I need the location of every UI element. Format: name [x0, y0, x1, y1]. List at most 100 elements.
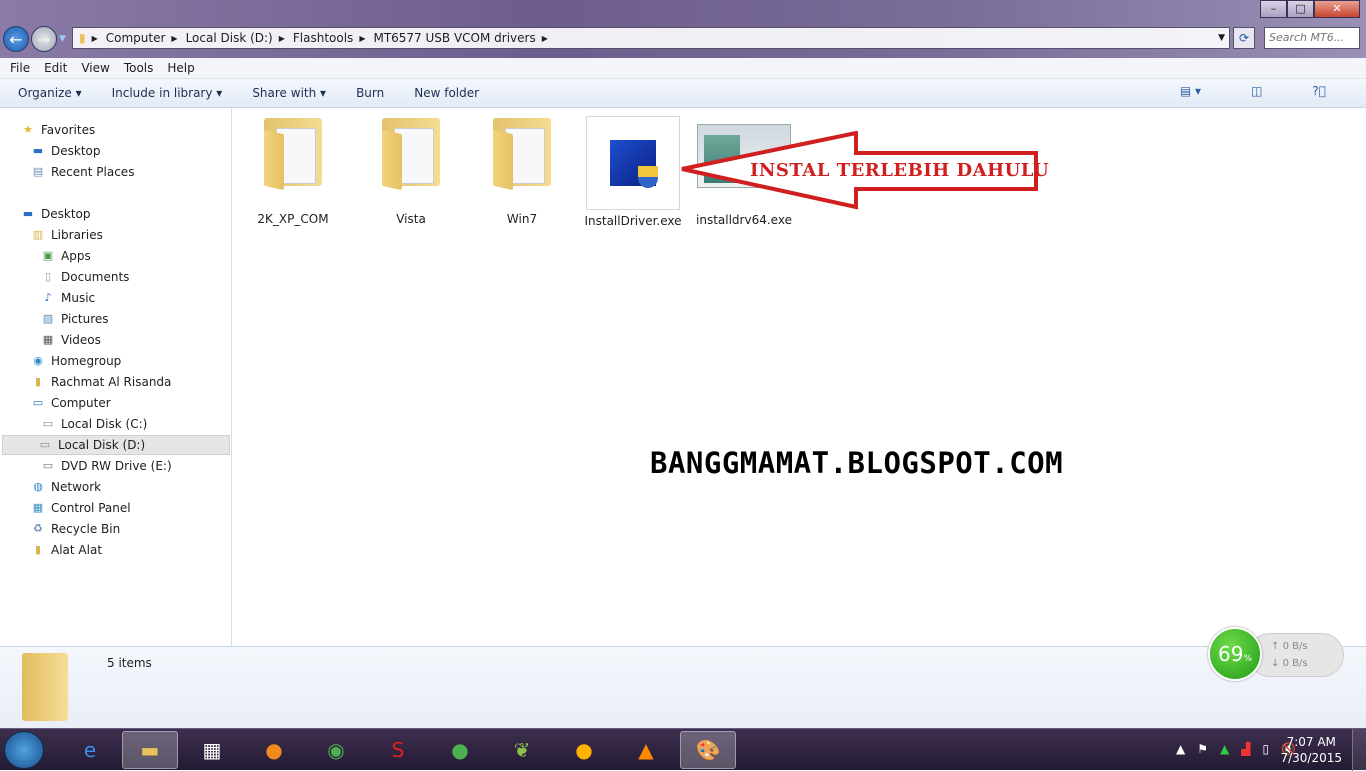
sidebar-item-alat-alat[interactable]: ▮ Alat Alat: [30, 540, 102, 560]
sidebar-item-computer[interactable]: ▭ Computer: [30, 393, 111, 413]
menu-view[interactable]: View: [81, 61, 109, 75]
sidebar-item-apps[interactable]: ▣ Apps: [40, 246, 91, 266]
computer-icon: ▭: [32, 396, 44, 409]
sidebar-item-label: Pictures: [61, 312, 109, 326]
new-folder-button[interactable]: New folder: [414, 86, 479, 100]
control-panel-icon: ▦: [32, 501, 44, 514]
sidebar-item-homegroup[interactable]: ◉ Homegroup: [30, 351, 121, 371]
network-signal-icon[interactable]: ▟: [1241, 742, 1250, 756]
sidebar-item-desktop[interactable]: ▬ Desktop: [20, 204, 91, 224]
sidebar-item-label: Documents: [61, 270, 130, 284]
system-tray: ▲ ⚑ ▲ ▟ ▯ 🔇: [1176, 742, 1296, 756]
folder-icon: [491, 118, 553, 191]
app-leaf-icon[interactable]: ❦: [494, 731, 550, 769]
videos-icon: ▦: [42, 333, 54, 346]
item-count: 5 items: [107, 656, 152, 670]
forward-button[interactable]: →: [31, 26, 57, 52]
file-name: Win7: [506, 212, 538, 226]
file-name: InstallDriver.exe: [584, 214, 682, 228]
paint-icon[interactable]: 🎨: [680, 731, 736, 769]
maximize-button[interactable]: □: [1287, 0, 1314, 18]
change-view-icon[interactable]: ▤ ▾: [1180, 84, 1201, 98]
include-in-library-button[interactable]: Include in library ▾: [112, 86, 223, 100]
show-desktop-button[interactable]: [1352, 729, 1366, 771]
sidebar-item-libraries[interactable]: ▥ Libraries: [30, 225, 103, 245]
desktop-icon: ▬: [22, 207, 34, 220]
battery-icon[interactable]: ▯: [1262, 742, 1269, 756]
minimize-button[interactable]: –: [1260, 0, 1287, 18]
search-input[interactable]: Search MT6...: [1264, 27, 1360, 49]
app-s-icon[interactable]: S: [370, 731, 426, 769]
sidebar-item-label: Recent Places: [51, 165, 135, 179]
sidebar-item-local-disk-c[interactable]: ▭ Local Disk (C:): [40, 414, 148, 434]
firefox-icon[interactable]: ●: [246, 731, 302, 769]
refresh-button[interactable]: ⟳: [1233, 27, 1255, 49]
folder-icon: [262, 118, 324, 191]
sidebar-item-label: Apps: [61, 249, 91, 263]
sidebar-item-label: Rachmat Al Risanda: [51, 375, 172, 389]
folder-icon: ▮: [34, 543, 42, 556]
action-center-flag-icon[interactable]: ⚑: [1197, 742, 1208, 756]
sidebar-item-label: Libraries: [51, 228, 103, 242]
burn-button[interactable]: Burn: [356, 86, 384, 100]
help-icon[interactable]: ?⃝: [1312, 84, 1326, 98]
windows-explorer-icon[interactable]: ▬: [122, 731, 178, 769]
file-item-installdriver[interactable]: InstallDriver.exe: [583, 116, 683, 228]
star-icon: ★: [23, 123, 33, 136]
download-speed: ↓ 0 B/s: [1271, 658, 1308, 669]
homegroup-icon: ◉: [33, 354, 43, 367]
show-hidden-icons[interactable]: ▲: [1176, 742, 1185, 756]
recent-pages-dropdown[interactable]: ▼: [59, 34, 66, 44]
close-button[interactable]: ✕: [1314, 0, 1360, 18]
sidebar-item-rachmat-al-risanda[interactable]: ▮ Rachmat Al Risanda: [30, 372, 171, 392]
chrome-icon[interactable]: ◉: [308, 731, 364, 769]
breadcrumb-flashtools[interactable]: Flashtools: [293, 31, 353, 45]
preview-pane-icon[interactable]: ◫: [1251, 84, 1262, 98]
breadcrumb-computer[interactable]: Computer: [106, 31, 166, 45]
address-dropdown-icon[interactable]: ▼: [1218, 33, 1225, 43]
app-green-icon[interactable]: ●: [432, 731, 488, 769]
folder-icon: ▮: [79, 31, 86, 45]
app-orange-icon[interactable]: ●: [556, 731, 612, 769]
notepad-app-icon[interactable]: ▦: [184, 731, 240, 769]
sidebar-item-local-disk-d[interactable]: ▭ Local Disk (D:): [2, 435, 230, 455]
start-button[interactable]: [4, 731, 44, 769]
vlc-icon[interactable]: ▲: [618, 731, 674, 769]
address-bar[interactable]: ▮ ▶ Computer ▶ Local Disk (D:) ▶ Flashtools…: [72, 27, 1230, 49]
menu-tools[interactable]: Tools: [124, 61, 154, 75]
sidebar-item-videos[interactable]: ▦ Videos: [40, 330, 101, 350]
recycle-bin-icon: ♻: [33, 522, 43, 535]
internet-explorer-icon[interactable]: e: [62, 731, 118, 769]
file-item-folder[interactable]: Win7: [472, 118, 572, 226]
drive-icon: ▭: [39, 438, 51, 451]
sidebar-item-network[interactable]: ◍ Network: [30, 477, 101, 497]
sidebar-item-label: Computer: [51, 396, 111, 410]
sidebar-item-control-panel[interactable]: ▦ Control Panel: [30, 498, 131, 518]
breadcrumb-local-disk-d[interactable]: Local Disk (D:): [186, 31, 273, 45]
menu-edit[interactable]: Edit: [44, 61, 67, 75]
command-bar: Organize ▾ Include in library ▾ Share wi…: [0, 79, 1366, 108]
sidebar-item-documents[interactable]: ▯ Documents: [40, 267, 129, 287]
sidebar-item-label: Music: [61, 291, 96, 305]
sidebar-item-favorites[interactable]: ★ Favorites: [20, 120, 95, 140]
sidebar-item-desktop[interactable]: ▬ Desktop: [30, 141, 101, 161]
file-item-folder[interactable]: 2K_XP_COM: [243, 118, 343, 226]
menu-file[interactable]: File: [10, 61, 30, 75]
sidebar-item-label: Recycle Bin: [51, 522, 121, 536]
menu-help[interactable]: Help: [167, 61, 194, 75]
green-tray-icon[interactable]: ▲: [1220, 742, 1229, 756]
sidebar-item-pictures[interactable]: ▨ Pictures: [40, 309, 109, 329]
sidebar-item-recycle-bin[interactable]: ♻ Recycle Bin: [30, 519, 120, 539]
file-item-folder[interactable]: Vista: [361, 118, 461, 226]
sidebar-item-dvd-rw-drive-e[interactable]: ▭ DVD RW Drive (E:): [40, 456, 172, 476]
clock[interactable]: 7:07 AM 7/30/2015: [1280, 734, 1342, 766]
organize-button[interactable]: Organize ▾: [18, 86, 82, 100]
sidebar-item-music[interactable]: ♪ Music: [40, 288, 95, 308]
share-with-button[interactable]: Share with ▾: [252, 86, 326, 100]
navigation-pane: ★ Favorites ▬ Desktop ▤ Recent Places ▬ Desktop…: [0, 108, 232, 646]
back-button[interactable]: ←: [3, 26, 29, 52]
sidebar-item-label: Control Panel: [51, 501, 131, 515]
breadcrumb-current-folder[interactable]: MT6577 USB VCOM drivers: [373, 31, 535, 45]
sidebar-item-recent-places[interactable]: ▤ Recent Places: [30, 162, 135, 182]
sidebar-item-label: Videos: [61, 333, 101, 347]
